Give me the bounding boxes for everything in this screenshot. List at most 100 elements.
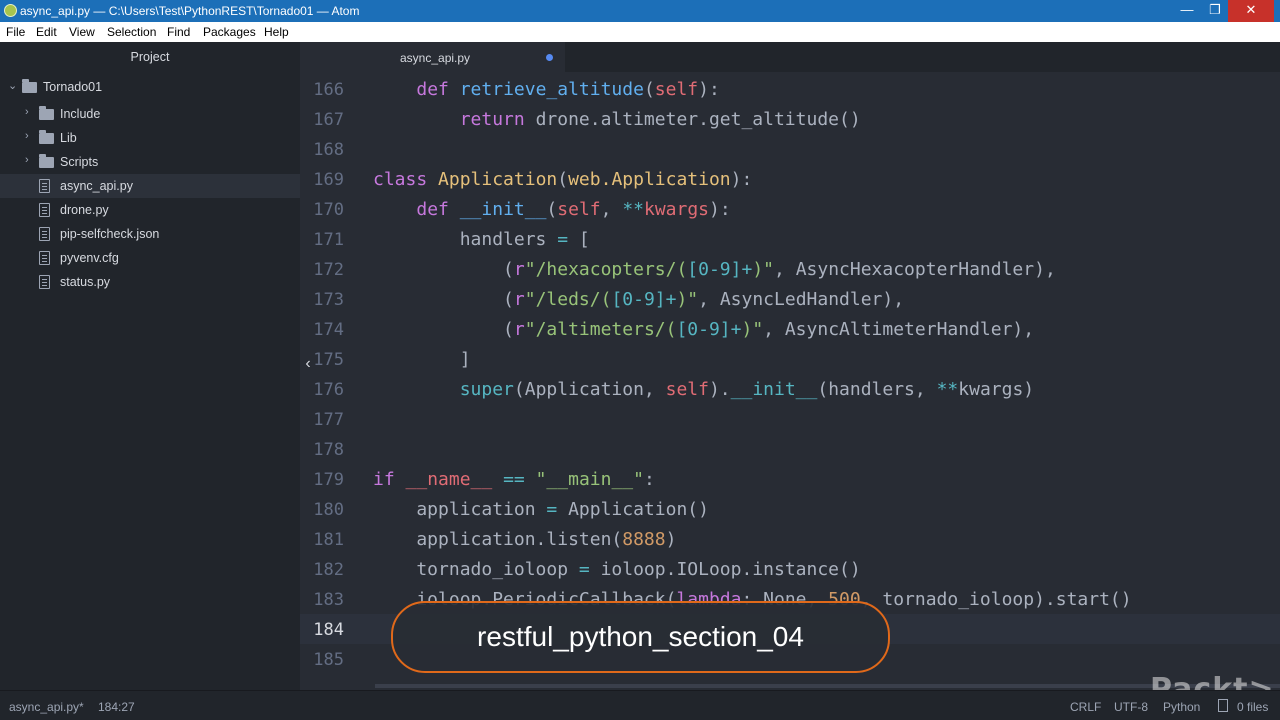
code-token: ioloop.IOLoop.instance() [589,559,861,580]
code-token: : [643,469,655,490]
code-token: __name__ [405,469,493,490]
code-token: tornado_ioloop [373,559,579,580]
code-token: self [665,379,709,400]
menu-file[interactable]: File [6,25,25,39]
code-text: def retrieve_altitude(self): [373,79,719,100]
code-line[interactable]: 169 class Application(web.Application): [300,164,1280,194]
code-text: class Application(web.Application): [373,169,752,190]
code-text: tornado_ioloop = ioloop.IOLoop.instance(… [373,559,861,580]
code-line[interactable]: 177 [300,404,1280,434]
tree-file-pip-selfcheck[interactable]: pip-selfcheck.json [0,222,300,246]
code-line[interactable]: 178 [300,434,1280,464]
horizontal-scrollbar[interactable] [375,684,1280,688]
code-editor[interactable]: 166 def retrieve_altitude(self): 167 retu… [300,72,1280,690]
status-files-count[interactable]: 0 files [1237,700,1268,714]
tree-folder-include[interactable]: › Include [0,102,300,126]
code-line[interactable]: 168 [300,134,1280,164]
line-number: 171 [313,230,344,250]
menu-selection[interactable]: Selection [107,25,156,39]
code-line[interactable]: 176 super(Application, self).__init__(ha… [300,374,1280,404]
code-token: drone.altimeter.get_altitude() [535,109,861,130]
menu-edit[interactable]: Edit [36,25,57,39]
line-number: 179 [313,470,344,490]
code-line[interactable]: 174 (r"/altimeters/([0-9]+)", AsyncAltim… [300,314,1280,344]
code-token: ( [557,169,569,190]
code-text: super(Application, self).__init__(handle… [373,379,1034,400]
code-token: ** [936,379,959,400]
code-text: (r"/leds/([0-9]+)", AsyncLedHandler), [373,289,904,310]
tree-file-async-api[interactable]: async_api.py [0,174,300,198]
code-token: def [416,199,460,220]
code-line[interactable]: 175 ] [300,344,1280,374]
minimize-button[interactable]: — [1172,0,1202,22]
modified-indicator-icon[interactable] [546,54,553,61]
tree-item-label: pip-selfcheck.json [60,227,160,241]
tree-folder-lib[interactable]: › Lib [0,126,300,150]
line-number: 170 [313,200,344,220]
tree-file-drone[interactable]: drone.py [0,198,300,222]
code-text: if __name__ == "__main__": [373,469,655,490]
tab-bar: async_api.py [300,42,1280,72]
code-text: def __init__(self, **kwargs): [373,199,730,220]
status-cursor-position[interactable]: 184:27 [98,700,135,714]
code-line[interactable]: 182 tornado_ioloop = ioloop.IOLoop.insta… [300,554,1280,584]
code-token: (Application, [513,379,666,400]
status-line-ending[interactable]: CRLF [1070,700,1101,714]
chevron-right-icon: › [25,106,29,118]
tree-root-folder[interactable]: ⌄ Tornado01 [0,75,300,99]
code-line[interactable]: 171 handlers = [ [300,224,1280,254]
code-line[interactable]: 173 (r"/leds/([0-9]+)", AsyncLedHandler)… [300,284,1280,314]
tree-item-label: Scripts [60,155,99,169]
menu-find[interactable]: Find [167,25,190,39]
code-line[interactable]: 170 def __init__(self, **kwargs): [300,194,1280,224]
code-line[interactable]: 179 if __name__ == "__main__": [300,464,1280,494]
code-token: Application [438,169,558,190]
code-token: [ [568,229,590,250]
close-button[interactable]: ✕ [1228,0,1274,22]
code-line[interactable]: 172 (r"/hexacopters/([0-9]+)", AsyncHexa… [300,254,1280,284]
code-token: handlers [373,229,558,250]
code-token: "/altimeters/( [524,319,677,340]
menu-bar: File Edit View Selection Find Packages H… [0,22,1280,42]
maximize-button[interactable]: ❐ [1202,0,1228,22]
code-token: == [503,469,525,490]
menu-view[interactable]: View [69,25,95,39]
code-token: [0-9]+ [687,259,753,280]
menu-packages[interactable]: Packages [203,25,256,39]
line-number: 167 [313,110,344,130]
code-token: __init__ [730,379,818,400]
code-line[interactable]: 167 return drone.altimeter.get_altitude(… [300,104,1280,134]
chevron-down-icon: ⌄ [8,80,18,92]
status-encoding[interactable]: UTF-8 [1114,700,1148,714]
code-text: (r"/hexacopters/([0-9]+)", AsyncHexacopt… [373,259,1056,280]
code-line[interactable]: 180 application = Application() [300,494,1280,524]
code-token: )" [752,259,775,280]
code-line[interactable]: 181 application.listen(8888) [300,524,1280,554]
status-file-name[interactable]: async_api.py* [9,700,84,714]
tree-file-pyvenv[interactable]: pyvenv.cfg [0,246,300,270]
code-token: = [578,559,590,580]
code-token: , AsyncLedHandler), [698,289,905,310]
code-token: ( [546,199,558,220]
status-grammar[interactable]: Python [1163,700,1200,714]
code-line[interactable]: 166 def retrieve_altitude(self): [300,74,1280,104]
tree-item-label: pyvenv.cfg [60,251,119,265]
code-token: def [416,79,460,100]
tree-folder-scripts[interactable]: › Scripts [0,150,300,174]
code-text: application = Application() [373,499,709,520]
menu-help[interactable]: Help [264,25,289,39]
code-token: r [513,319,525,340]
tab-async-api[interactable]: async_api.py [300,42,565,72]
file-text-icon [39,227,50,241]
tree-file-status[interactable]: status.py [0,270,300,294]
code-token: r [513,259,525,280]
code-token: = [546,499,558,520]
window-title: async_api.py — C:\Users\Test\PythonREST\… [20,4,360,18]
collapse-sidebar-icon[interactable]: ‹ [300,344,316,388]
code-token: application [373,499,547,520]
code-token: ) [665,529,677,550]
code-token: ( [373,259,514,280]
